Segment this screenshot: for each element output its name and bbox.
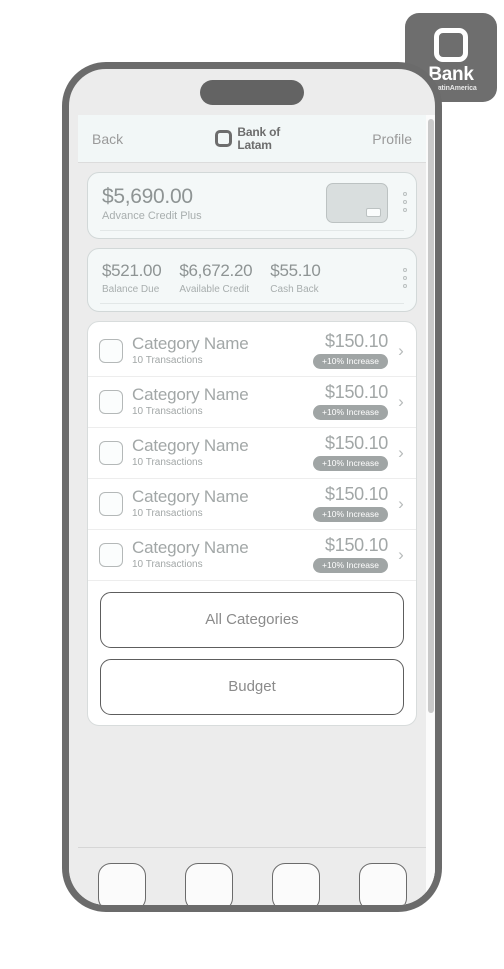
table-row[interactable]: Category Name 10 Transactions $150.10 +1… [88,326,416,377]
app-logo-line2: Latam [237,137,272,152]
category-name: Category Name [132,385,249,405]
stat-available-credit: $6,672.20 Available Credit [179,261,270,295]
tab-rewards[interactable]: Rewards [165,863,252,905]
stats-card[interactable]: $521.00 Balance Due $6,672.20 Available … [87,248,417,312]
category-amount: $150.10 [325,483,388,504]
tab-options[interactable]: Options [339,863,426,905]
brand-name: Bank [428,63,474,85]
back-button[interactable]: Back [92,131,123,147]
stat-value: $521.00 [102,261,162,281]
speaker-notch [200,80,304,105]
bottom-tab-bar: My Accounts Rewards Statements Options [78,847,426,905]
table-row[interactable]: Category Name 10 Transactions $150.10 +1… [88,479,416,530]
dot-icon [403,192,407,196]
screenshot-root: Bank of LatinAmerica Back Bank of Latam [0,0,504,969]
dot-icon [403,284,407,289]
category-transactions: 10 Transactions [132,354,203,366]
stat-label: Balance Due [102,283,160,295]
phone-screen: Back Bank of Latam Profile $5,690.00 Adv… [69,115,435,905]
dot-icon [403,268,407,273]
logo-mark-icon [215,130,233,147]
category-transactions: 10 Transactions [132,405,203,417]
category-amount: $150.10 [325,432,388,453]
scrollbar[interactable] [426,115,435,905]
profile-button[interactable]: Profile [372,131,412,147]
dot-icon [403,276,407,281]
logo-mark-icon [434,27,468,62]
table-row[interactable]: Category Name 10 Transactions $150.10 +1… [88,530,416,581]
app-header: Back Bank of Latam Profile [78,115,426,163]
category-name: Category Name [132,487,249,507]
checkbox-unchecked-icon[interactable] [99,440,123,465]
categories-panel: Category Name 10 Transactions $150.10 +1… [87,320,417,726]
category-amount: $150.10 [325,330,388,351]
screen-content: $5,690.00 Advance Credit Plus $521.00 Ba… [78,163,426,726]
chevron-right-icon[interactable]: › [394,341,408,361]
all-categories-button[interactable]: All Categories [100,591,404,648]
card-chip-icon [366,208,381,217]
status-badge: +10% Increase [313,353,388,369]
tab-statements[interactable]: Statements [252,863,339,905]
checkbox-unchecked-icon[interactable] [99,491,123,516]
chevron-right-icon[interactable]: › [394,545,408,565]
chevron-right-icon[interactable]: › [394,443,408,463]
app-logo: Bank of Latam [215,126,280,151]
stat-label: Available Credit [179,283,250,295]
category-name: Category Name [132,334,249,354]
dot-icon [403,208,407,212]
account-card[interactable]: $5,690.00 Advance Credit Plus [87,172,417,240]
credit-card-icon[interactable] [326,183,388,223]
category-transactions: 10 Transactions [132,456,203,468]
divider [100,302,404,304]
rewards-icon [184,863,233,905]
scrollbar-thumb[interactable] [427,119,434,713]
stat-value: $6,672.20 [179,261,253,281]
my-accounts-icon [97,863,146,905]
stat-cash-back: $55.10 Cash Back [270,261,338,295]
status-badge: +10% Increase [313,506,388,522]
dot-icon [403,200,407,204]
chevron-right-icon[interactable]: › [394,494,408,514]
stats-row: $521.00 Balance Due $6,672.20 Available … [102,261,402,295]
stat-label: Cash Back [270,283,319,295]
options-icon [358,863,407,905]
status-badge: +10% Increase [313,455,388,471]
stats-card-menu-button[interactable] [403,268,407,289]
chevron-right-icon[interactable]: › [394,392,408,412]
checkbox-unchecked-icon[interactable] [99,338,123,363]
account-card-menu-button[interactable] [403,192,407,212]
category-amount: $150.10 [325,381,388,402]
app-logo-text: Bank of Latam [237,126,280,151]
phone-frame: Back Bank of Latam Profile $5,690.00 Adv… [62,62,442,912]
table-row[interactable]: Category Name 10 Transactions $150.10 +1… [88,428,416,479]
category-transactions: 10 Transactions [132,558,203,570]
app-logo-line1: Bank of [237,125,281,140]
table-row[interactable]: Category Name 10 Transactions $150.10 +1… [88,377,416,428]
budget-button[interactable]: Budget [100,658,404,715]
statements-icon [271,863,320,905]
category-name: Category Name [132,538,249,558]
tab-my-accounts[interactable]: My Accounts [78,863,165,905]
category-amount: $150.10 [325,534,388,555]
stat-value: $55.10 [270,261,321,281]
stat-balance-due: $521.00 Balance Due [102,261,179,295]
checkbox-unchecked-icon[interactable] [99,389,123,414]
status-badge: +10% Increase [313,557,388,573]
divider [100,230,404,232]
checkbox-unchecked-icon[interactable] [99,542,123,567]
status-badge: +10% Increase [313,404,388,420]
category-transactions: 10 Transactions [132,507,203,519]
category-name: Category Name [132,436,249,456]
